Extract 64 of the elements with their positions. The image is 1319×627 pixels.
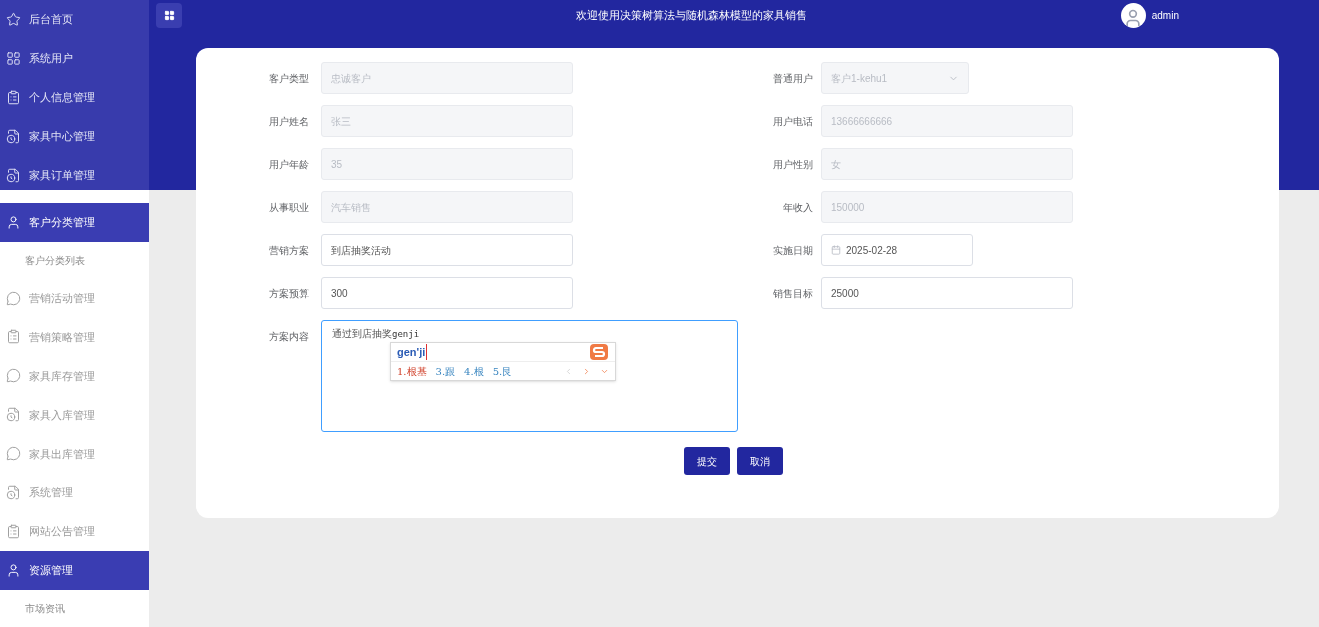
- field-label: 从事职业: [268, 200, 309, 215]
- avatar[interactable]: [1120, 2, 1146, 28]
- ime-candidate[interactable]: 1.根基: [397, 363, 427, 379]
- sidebar-item[interactable]: 家具库存管理: [0, 356, 149, 396]
- sidebar-item[interactable]: 家具入库管理: [0, 395, 149, 435]
- field-label: 客户类型: [268, 71, 309, 86]
- previous-icon[interactable]: [564, 366, 573, 376]
- document-icon: [6, 167, 21, 183]
- text-area[interactable]: 通过到店抽奖genji gen'ji 1.根基 3.跟 4.根 5.艮: [321, 320, 738, 432]
- field-label: 年收入: [782, 200, 813, 215]
- chat-icon: [6, 446, 21, 462]
- field-label: 销售目标: [772, 286, 813, 301]
- document-icon: [6, 407, 21, 423]
- chat-icon: [6, 290, 21, 306]
- ime-candidate[interactable]: 4.根: [464, 363, 484, 379]
- grid-icon: [6, 50, 21, 66]
- document-icon: [6, 128, 21, 144]
- ime-input: gen'ji: [397, 343, 428, 361]
- input-field[interactable]: 到店抽奖活动: [321, 234, 573, 266]
- user-icon: [6, 214, 21, 230]
- date-field[interactable]: 2025-02-28: [821, 234, 973, 266]
- menu-button[interactable]: [156, 2, 182, 28]
- sidebar-item[interactable]: 家具中心管理: [0, 116, 149, 156]
- field-label: 用户电话: [772, 114, 813, 129]
- logo-icon: [589, 343, 609, 361]
- field-label: 用户性别: [772, 157, 813, 172]
- chat-icon: [6, 368, 21, 384]
- user-icon: [6, 563, 21, 579]
- sidebar-item[interactable]: 家具订单管理: [0, 155, 149, 195]
- sidebar-subitem[interactable]: 客户分类列表: [0, 241, 149, 279]
- sidebar-subitem[interactable]: 市场资讯: [0, 590, 149, 627]
- field-label: 方案内容: [268, 330, 309, 344]
- calendar-icon: [831, 245, 841, 255]
- submit-button[interactable]: 提交: [684, 447, 730, 475]
- star-icon: [6, 11, 21, 27]
- ime-candidate[interactable]: 5.艮: [492, 363, 513, 379]
- user-name[interactable]: admin: [1151, 7, 1179, 23]
- sidebar-item[interactable]: 后台首页: [0, 0, 149, 39]
- next-icon[interactable]: [582, 366, 591, 376]
- cancel-button[interactable]: 取消: [737, 447, 783, 475]
- input-field[interactable]: 25000: [821, 277, 1073, 309]
- sidebar-item[interactable]: 系统管理: [0, 473, 149, 513]
- sidebar-item[interactable]: 客户分类管理: [0, 202, 149, 242]
- field-label: 用户年龄: [268, 157, 309, 172]
- clipboard-icon: [6, 89, 21, 105]
- ime-candidate[interactable]: 3.跟: [435, 363, 456, 379]
- sidebar-item[interactable]: 系统用户: [0, 38, 149, 78]
- menu-icon: [163, 9, 175, 21]
- field-label: 营销方案: [268, 243, 309, 258]
- document-icon: [6, 485, 21, 501]
- clipboard-icon: [6, 329, 21, 345]
- input-field[interactable]: 300: [321, 277, 573, 309]
- sidebar-item[interactable]: 家具出库管理: [0, 434, 149, 474]
- sidebar-item[interactable]: 网站公告管理: [0, 512, 149, 552]
- sidebar-item[interactable]: 营销活动管理: [0, 278, 149, 318]
- sidebar-item[interactable]: 营销策略管理: [0, 317, 149, 357]
- field-label: 用户姓名: [268, 114, 309, 129]
- page-title: 欢迎使用决策树算法与随机森林模型的家具销售: [575, 7, 807, 23]
- field-label: 方案预算: [268, 286, 309, 301]
- sidebar-item[interactable]: 资源管理: [0, 551, 149, 591]
- clipboard-icon: [6, 524, 21, 540]
- sidebar-item[interactable]: 个人信息管理: [0, 77, 149, 117]
- field-label: 实施日期: [772, 243, 813, 258]
- field-label: 普通用户: [772, 71, 813, 86]
